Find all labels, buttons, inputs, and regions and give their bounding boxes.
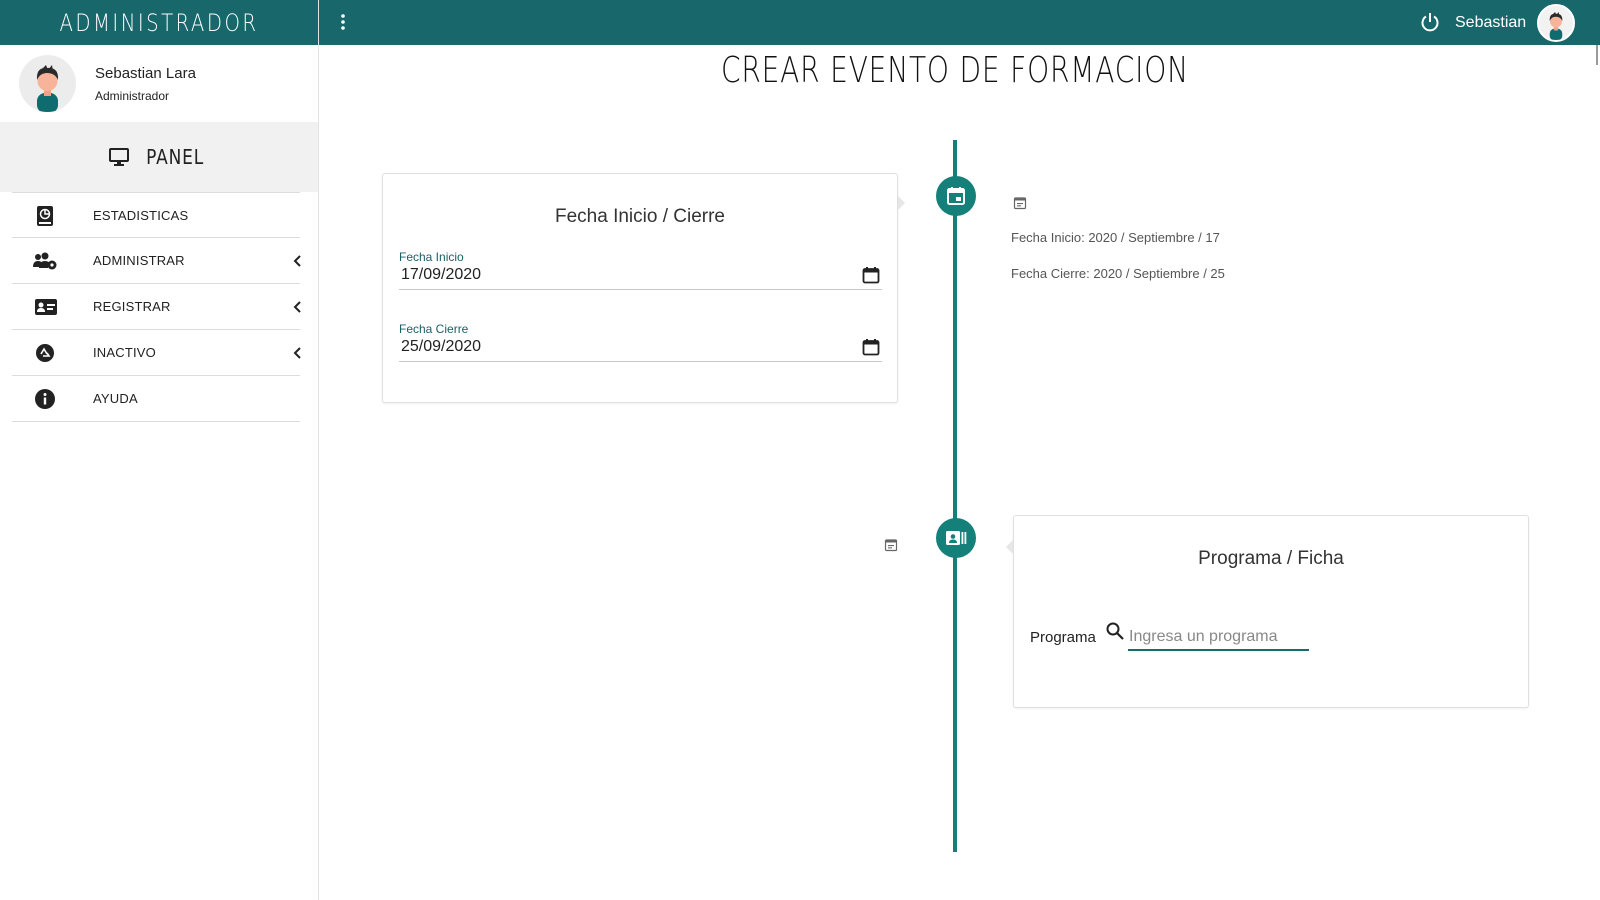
chevron-left-icon xyxy=(293,301,301,313)
timeline-line xyxy=(953,140,957,852)
page-title-text: CREAR EVENTO DE FORMACION xyxy=(720,50,1189,91)
start-date-field[interactable]: 17/09/2020 xyxy=(399,260,882,290)
sidebar-user-box: Sebastian Lara Administrador xyxy=(0,45,318,122)
sidebar-item-label: ESTADISTICAS xyxy=(93,207,189,223)
program-label: Programa xyxy=(1030,629,1096,646)
avatar[interactable] xyxy=(1537,4,1575,42)
card-arrow xyxy=(898,196,905,210)
sidebar-item-administrar[interactable]: ADMINISTRAR xyxy=(12,238,301,284)
start-date-value: 17/09/2020 xyxy=(401,266,482,283)
event-note-icon xyxy=(884,539,898,552)
program-card: Programa / Ficha Programa xyxy=(1006,515,1529,708)
sidebar-item-label: INACTIVO xyxy=(93,345,156,360)
scrollbar[interactable] xyxy=(1593,45,1600,65)
sidebar-item-registrar[interactable]: REGISTRAR xyxy=(12,284,301,330)
id-card-icon xyxy=(35,299,57,315)
sidebar-item-estadisticas[interactable]: ESTADISTICAS xyxy=(12,192,300,238)
summary-end-date: Fecha Cierre: 2020 / Septiembre / 25 xyxy=(1011,266,1225,281)
panel-label: PANEL xyxy=(146,145,204,169)
dates-card-title: Fecha Inicio / Cierre xyxy=(554,206,725,227)
timeline-node-program xyxy=(936,518,976,558)
program-search-input[interactable] xyxy=(1128,625,1309,651)
power-icon[interactable] xyxy=(1419,11,1441,33)
sidebar-item-inactivo[interactable]: INACTIVO xyxy=(12,330,301,376)
chevron-left-icon xyxy=(293,347,301,359)
top-bar: Sebastian xyxy=(319,0,1600,45)
dates-card: Fecha Inicio / Cierre Fecha Inicio 17/09… xyxy=(382,173,905,403)
end-date-value: 25/09/2020 xyxy=(401,338,482,355)
end-date-field[interactable]: 25/09/2020 xyxy=(399,332,882,362)
user-name: Sebastian Lara xyxy=(95,65,196,82)
card-arrow xyxy=(1006,540,1013,554)
user-avatar-icon xyxy=(1549,11,1563,40)
sidebar-item-label: AYUDA xyxy=(93,391,138,406)
calendar-icon xyxy=(947,187,965,205)
search-icon xyxy=(1106,622,1124,640)
avatar xyxy=(19,55,76,112)
info-icon xyxy=(35,389,55,409)
sidebar-item-ayuda[interactable]: AYUDA xyxy=(12,376,300,422)
users-cog-icon xyxy=(33,252,57,270)
recycle-icon xyxy=(36,344,54,362)
stats-book-icon xyxy=(37,206,53,226)
program-card-title: Programa / Ficha xyxy=(1198,548,1344,569)
page-title: CREAR EVENTO DE FORMACION xyxy=(319,50,1590,91)
monitor-icon xyxy=(108,148,129,166)
summary-start-date: Fecha Inicio: 2020 / Septiembre / 17 xyxy=(1011,230,1220,245)
chevron-left-icon xyxy=(293,255,301,267)
sidebar-item-label: ADMINISTRAR xyxy=(93,253,185,268)
kebab-menu-icon[interactable] xyxy=(339,12,347,32)
sidebar: ADMINISTRADOR Sebastian Lara Administrad… xyxy=(0,0,319,900)
user-avatar-icon xyxy=(36,65,59,112)
sidebar-nav: ESTADISTICAS ADMINISTRAR REGISTRAR INACT… xyxy=(12,192,301,422)
brand-bar: ADMINISTRADOR xyxy=(0,0,318,45)
user-role: Administrador xyxy=(95,89,170,103)
sidebar-item-label: REGISTRAR xyxy=(93,299,171,314)
panel-header[interactable]: PANEL xyxy=(0,122,318,192)
calendar-picker-icon[interactable] xyxy=(862,338,880,356)
event-note-icon xyxy=(1013,197,1027,210)
brand-title: ADMINISTRADOR xyxy=(28,0,290,45)
calendar-picker-icon[interactable] xyxy=(862,266,880,284)
contact-card-icon xyxy=(946,531,967,545)
timeline-node-dates xyxy=(936,176,976,216)
top-user-name: Sebastian xyxy=(1455,14,1527,31)
